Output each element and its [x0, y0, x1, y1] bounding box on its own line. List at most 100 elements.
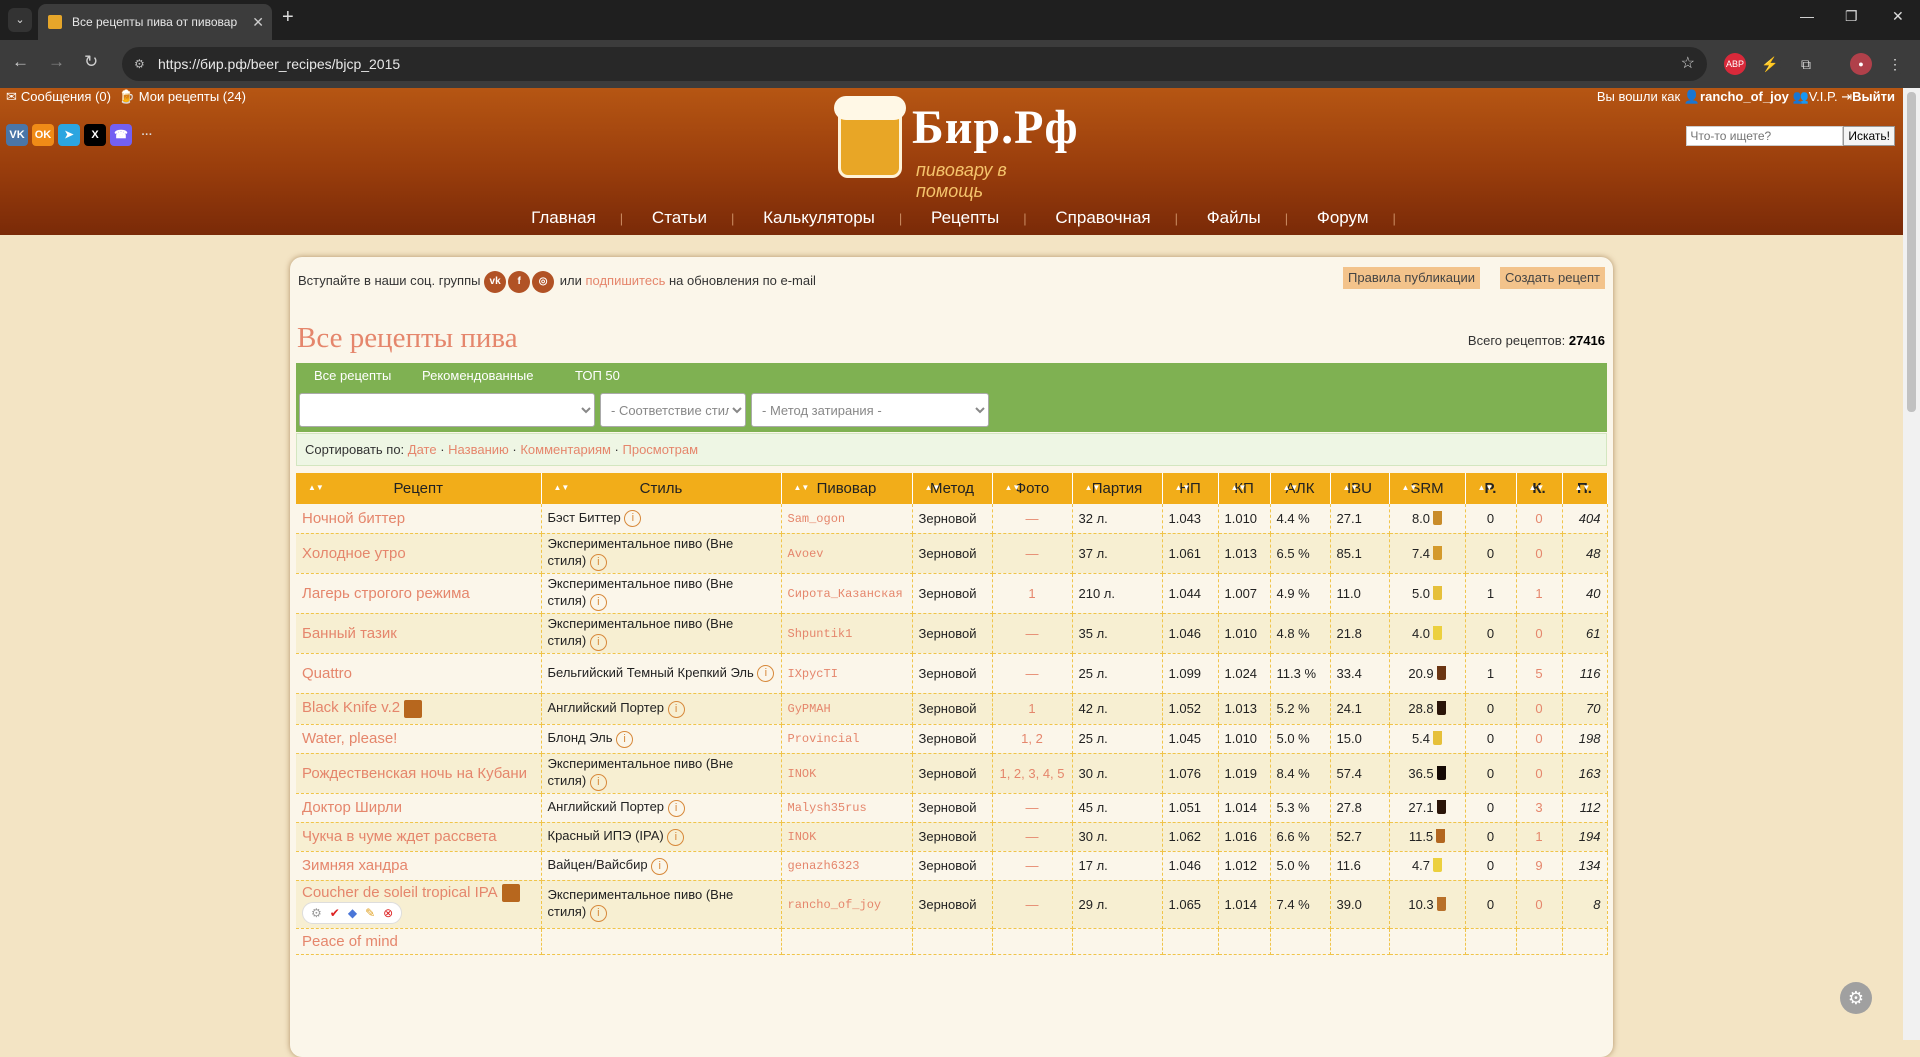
style-select[interactable] — [299, 393, 595, 427]
nav-item-articles[interactable]: Статьи — [652, 208, 707, 227]
comments-link[interactable]: 0 — [1535, 511, 1542, 526]
page-scrollbar[interactable] — [1903, 88, 1920, 1040]
sort-by-comments[interactable]: Комментариям — [520, 442, 611, 457]
photo-links[interactable]: 1, 2, 3, 4, 5 — [999, 766, 1064, 781]
brewer-link[interactable]: Malysh35rus — [788, 801, 867, 815]
brewer-link[interactable]: INOK — [788, 767, 817, 781]
col-header-recipe[interactable]: ▲▼ Рецепт — [296, 473, 542, 504]
style-info-icon[interactable]: i — [589, 904, 607, 922]
recipe-name-link[interactable]: Доктор Ширли — [302, 799, 402, 816]
create-recipe-button[interactable]: Создать рецепт — [1500, 267, 1605, 289]
photo-links[interactable]: — — [1026, 858, 1039, 873]
tab-all-recipes[interactable]: Все рецепты — [314, 363, 391, 389]
mash-method-select[interactable]: - Метод затирания - — [751, 393, 989, 427]
ok-share-icon[interactable]: OK — [32, 124, 54, 146]
col-header-method[interactable]: ▲▼ Метод — [912, 473, 993, 504]
new-tab-icon[interactable]: + — [282, 6, 294, 29]
scrollbar-thumb[interactable] — [1907, 92, 1916, 412]
adblock-extension-icon[interactable]: ABP — [1724, 53, 1746, 75]
sort-by-date[interactable]: Дате — [408, 442, 437, 457]
comments-link[interactable]: 0 — [1535, 701, 1542, 716]
close-window-icon[interactable]: ✕ — [1892, 8, 1904, 25]
recipe-name-link[interactable]: Лагерь строгого режима — [302, 585, 470, 602]
style-info-icon[interactable]: i — [589, 773, 607, 791]
recipe-name-link[interactable]: Water, please! — [302, 730, 397, 747]
style-info-icon[interactable]: i — [667, 828, 685, 846]
back-icon[interactable]: ← — [12, 52, 29, 72]
sort-by-views[interactable]: Просмотрам — [623, 442, 699, 457]
brewer-link[interactable]: Provincial — [788, 732, 860, 746]
col-header-brewer[interactable]: ▲▼ Пивовар — [781, 473, 913, 504]
col-header-abv[interactable]: ▲▼ АЛК — [1270, 473, 1331, 504]
brewer-link[interactable]: Avoev — [788, 547, 824, 561]
messages-link[interactable]: Сообщения (0) — [21, 89, 111, 104]
vip-badge[interactable]: V.I.P. — [1809, 89, 1838, 104]
col-header-srm[interactable]: ▲▼ SRM — [1389, 473, 1466, 504]
delete-icon[interactable]: ⊗ — [383, 906, 393, 920]
style-info-icon[interactable]: i — [589, 553, 607, 571]
col-header-views[interactable]: ▲▼ П. — [1562, 473, 1608, 504]
comments-link[interactable]: 9 — [1535, 858, 1542, 873]
recipe-name-link[interactable]: Банный тазик — [302, 625, 397, 642]
vk-group-icon[interactable]: vk — [484, 270, 507, 293]
style-info-icon[interactable]: i — [624, 510, 642, 528]
copy-recipe-icon[interactable] — [501, 884, 520, 903]
comments-link[interactable]: 5 — [1535, 666, 1542, 681]
nav-item-calculators[interactable]: Калькуляторы — [763, 208, 875, 227]
comments-link[interactable]: 0 — [1535, 731, 1542, 746]
style-info-icon[interactable]: i — [667, 799, 685, 817]
sort-by-name[interactable]: Названию — [448, 442, 509, 457]
col-header-batch[interactable]: ▲▼ Партия — [1072, 473, 1163, 504]
nav-item-home[interactable]: Главная — [531, 208, 596, 227]
recipe-name-link[interactable]: Чукча в чуме ждет рассвета — [302, 828, 497, 845]
brewer-link[interactable]: Sam_ogon — [788, 512, 846, 526]
edit-icon[interactable]: ✎ — [365, 906, 375, 920]
browser-menu-icon[interactable]: ⋮ — [1884, 53, 1906, 75]
tab-recommended[interactable]: Рекомендованные — [422, 363, 533, 389]
col-header-ibu[interactable]: ▲▼ IBU — [1330, 473, 1390, 504]
search-input[interactable] — [1686, 126, 1844, 146]
recipe-name-link[interactable]: Coucher de soleil tropical IPA — [302, 884, 498, 901]
my-recipes-link[interactable]: Мои рецепты (24) — [139, 89, 246, 104]
site-info-icon[interactable]: ⚙ — [134, 47, 145, 81]
lightning-extension-icon[interactable]: ⚡ — [1759, 53, 1781, 75]
viber-share-icon[interactable]: ☎ — [110, 124, 132, 146]
check-icon[interactable]: ✔ — [330, 906, 340, 920]
style-info-icon[interactable]: i — [616, 730, 634, 748]
style-info-icon[interactable]: i — [589, 593, 607, 611]
photo-links[interactable]: — — [1026, 546, 1039, 561]
instagram-group-icon[interactable]: ◎ — [532, 270, 555, 293]
settings-icon[interactable]: ⚙ — [311, 906, 322, 920]
telegram-share-icon[interactable]: ➤ — [58, 124, 80, 146]
nav-item-recipes[interactable]: Рецепты — [931, 208, 999, 227]
photo-links[interactable]: — — [1026, 666, 1039, 681]
comments-link[interactable]: 3 — [1535, 800, 1542, 815]
recipe-name-link[interactable]: Ночной биттер — [302, 510, 405, 527]
more-share-icon[interactable]: ··· — [136, 124, 158, 146]
minimize-icon[interactable]: — — [1800, 8, 1814, 24]
forward-icon[interactable]: → — [48, 52, 65, 72]
tab-top50[interactable]: ТОП 50 — [575, 363, 620, 389]
restore-icon[interactable]: ❐ — [1845, 8, 1858, 25]
brewer-link[interactable]: IXрусTI — [788, 667, 838, 681]
reload-icon[interactable]: ↻ — [84, 52, 98, 72]
col-header-style[interactable]: ▲▼ Стиль — [541, 473, 782, 504]
comments-link[interactable]: 1 — [1535, 829, 1542, 844]
search-button[interactable]: Искать! — [1843, 126, 1895, 146]
url-input[interactable]: ⚙ https://бир.рф/beer_recipes/bjcp_2015 … — [122, 47, 1707, 81]
comments-link[interactable]: 1 — [1535, 586, 1542, 601]
photo-links[interactable]: — — [1026, 626, 1039, 641]
col-header-fg[interactable]: ▲▼ КП — [1218, 473, 1271, 504]
style-info-icon[interactable]: i — [589, 633, 607, 651]
recipe-name-link[interactable]: Quattro — [302, 665, 352, 682]
style-fit-select[interactable]: - Соответствие стилю - — [600, 393, 746, 427]
photo-links[interactable]: — — [1026, 829, 1039, 844]
nav-item-files[interactable]: Файлы — [1207, 208, 1261, 227]
facebook-group-icon[interactable]: f — [508, 270, 531, 293]
settings-gear-icon[interactable]: ⚙ — [1840, 982, 1872, 1014]
tab-search-button[interactable]: ⌄ — [8, 8, 32, 32]
tag-icon[interactable]: ◆ — [348, 906, 357, 920]
brewer-link[interactable]: Сирота_Казанская — [788, 587, 903, 601]
brewer-link[interactable]: rancho_of_joy — [788, 898, 882, 912]
publication-rules-button[interactable]: Правила публикации — [1343, 267, 1480, 289]
